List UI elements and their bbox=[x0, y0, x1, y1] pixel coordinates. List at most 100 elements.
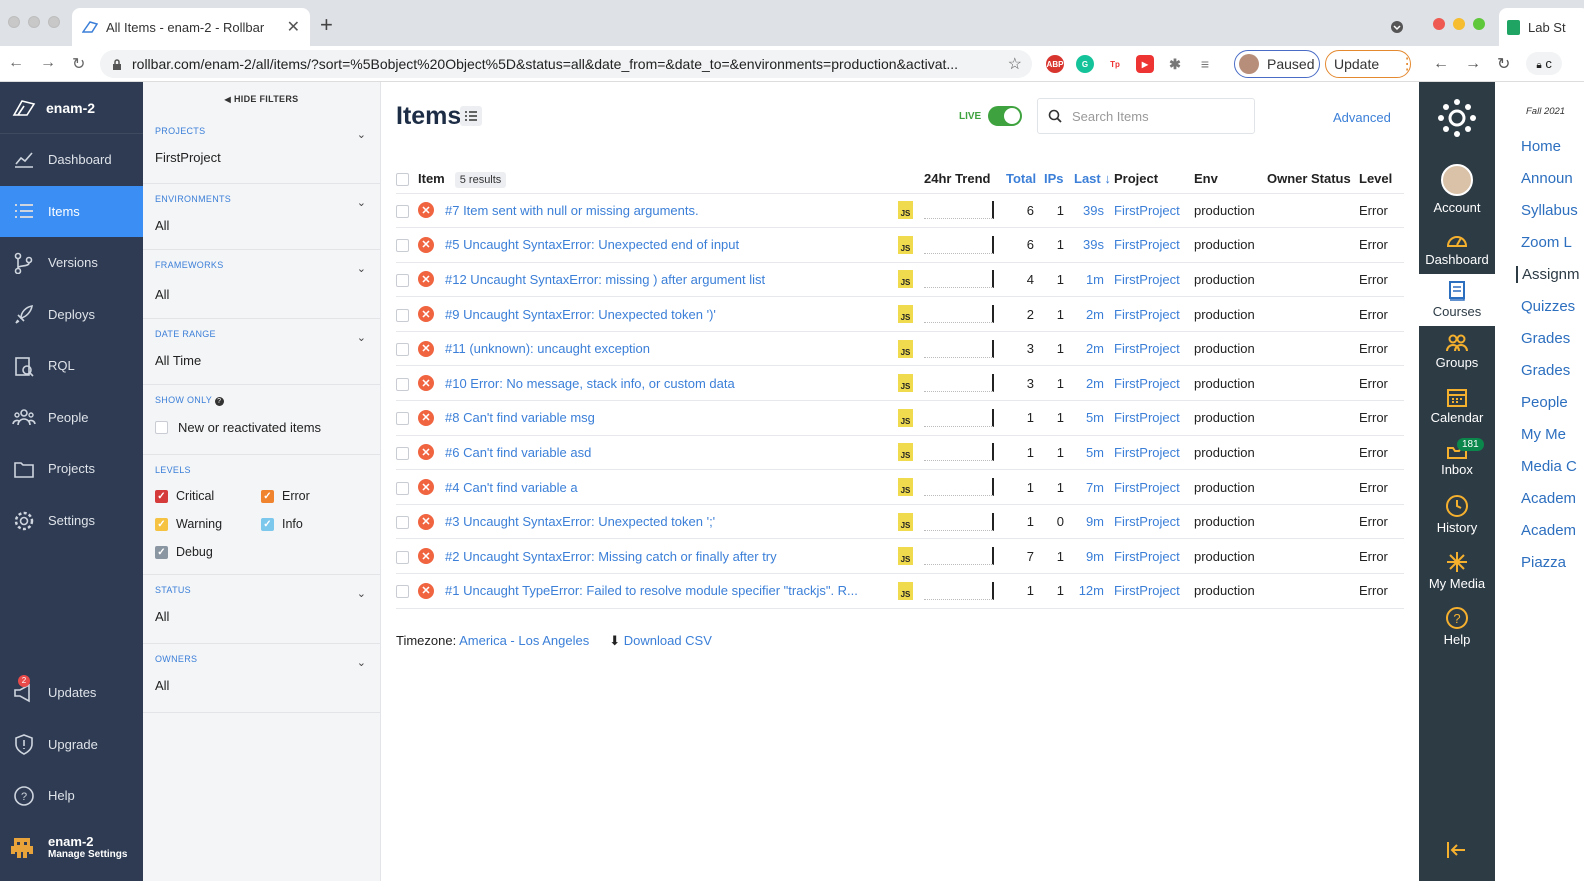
status-cell[interactable] bbox=[1311, 262, 1359, 298]
canvas-nav-inbox[interactable]: 181 Inbox bbox=[1419, 438, 1495, 477]
profile-paused-button[interactable]: Paused bbox=[1234, 50, 1320, 78]
course-nav-link[interactable]: Academ bbox=[1521, 522, 1576, 539]
course-nav-link[interactable]: Quizzes bbox=[1521, 298, 1575, 315]
last-seen[interactable]: 9m bbox=[1074, 504, 1114, 540]
bookmark-star-icon[interactable]: ☆ bbox=[1008, 54, 1022, 74]
level-checkbox[interactable]: ✓ bbox=[155, 517, 168, 531]
sidebar-item-upgrade[interactable]: Upgrade bbox=[0, 719, 143, 771]
hide-filters-button[interactable]: ◀ HIDE FILTERS bbox=[143, 82, 380, 116]
account-menu[interactable]: enam-2 Manage Settings bbox=[0, 827, 143, 867]
date-range-filter[interactable]: DATE RANGE ⌄ All Time bbox=[143, 319, 380, 385]
row-checkbox[interactable] bbox=[396, 239, 409, 253]
owner-cell[interactable] bbox=[1267, 296, 1311, 332]
level-checkbox[interactable]: ✓ bbox=[155, 545, 168, 559]
course-nav-link[interactable]: Syllabus bbox=[1521, 202, 1578, 219]
adblock-icon[interactable]: ABP bbox=[1046, 55, 1064, 73]
last-seen[interactable]: 1m bbox=[1074, 262, 1114, 298]
grammarly-icon[interactable]: G bbox=[1076, 55, 1094, 73]
table-row[interactable]: ✕ #10 Error: No message, stack info, or c… bbox=[396, 365, 1404, 402]
owner-cell[interactable] bbox=[1267, 538, 1311, 575]
project-link[interactable]: FirstProject bbox=[1114, 400, 1194, 436]
chevron-down-icon[interactable]: ⌄ bbox=[357, 128, 366, 141]
frameworks-filter[interactable]: FRAMEWORKS ⌄ All bbox=[143, 250, 380, 319]
sidebar-item-updates[interactable]: 2 Updates bbox=[0, 667, 143, 719]
new-reactivated-checkbox[interactable] bbox=[155, 421, 168, 434]
collapse-nav-button[interactable] bbox=[1419, 840, 1495, 862]
item-title-link[interactable]: #7 Item sent with null or missing argume… bbox=[445, 203, 699, 218]
table-row[interactable]: ✕ #11 (unknown): uncaught exception JS 3 1 2m… bbox=[396, 331, 1404, 367]
project-link[interactable]: FirstProject bbox=[1114, 504, 1194, 540]
last-seen[interactable]: 39s bbox=[1074, 193, 1114, 229]
select-all-checkbox[interactable] bbox=[396, 173, 409, 187]
course-nav-link[interactable]: Home bbox=[1521, 138, 1561, 155]
owner-cell[interactable] bbox=[1267, 365, 1311, 402]
sidebar-item-deploys[interactable]: Deploys bbox=[0, 289, 143, 341]
item-title-link[interactable]: #1 Uncaught TypeError: Failed to resolve… bbox=[445, 583, 858, 598]
canvas-nav-courses[interactable]: Courses bbox=[1419, 274, 1495, 326]
table-row[interactable]: ✕ #8 Can't find variable msg JS 1 1 5m FirstPr… bbox=[396, 400, 1404, 436]
tp-extension-icon[interactable]: Tp bbox=[1106, 55, 1124, 73]
window-controls[interactable] bbox=[1433, 18, 1485, 30]
table-row[interactable]: ✕ #9 Uncaught SyntaxError: Unexpected tok… bbox=[396, 296, 1404, 332]
level-info[interactable]: ✓ Info bbox=[261, 517, 361, 531]
column-total[interactable]: Total bbox=[1006, 165, 1044, 194]
table-row[interactable]: ✕ #12 Uncaught SyntaxError: missing ) aft… bbox=[396, 262, 1404, 298]
new-tab-button[interactable]: + bbox=[320, 14, 333, 36]
course-nav-link[interactable]: People bbox=[1521, 394, 1568, 411]
last-seen[interactable]: 5m bbox=[1074, 400, 1114, 436]
new-reactivated-option[interactable]: New or reactivated items bbox=[155, 420, 368, 435]
owners-filter[interactable]: OWNERS ⌄ All bbox=[143, 644, 380, 713]
owner-cell[interactable] bbox=[1267, 435, 1311, 471]
canvas-nav-account[interactable]: Account bbox=[1419, 164, 1495, 215]
owner-cell[interactable] bbox=[1267, 504, 1311, 540]
course-nav-link[interactable]: Assignm bbox=[1516, 266, 1580, 283]
chevron-down-icon[interactable]: ⌄ bbox=[357, 331, 366, 344]
chevron-down-icon[interactable]: ⌄ bbox=[357, 587, 366, 600]
status-cell[interactable] bbox=[1311, 296, 1359, 332]
sidebar-item-projects[interactable]: Projects bbox=[0, 443, 143, 495]
owner-cell[interactable] bbox=[1267, 331, 1311, 367]
status-cell[interactable] bbox=[1311, 435, 1359, 471]
item-title-link[interactable]: #2 Uncaught SyntaxError: Missing catch o… bbox=[445, 549, 777, 564]
canvas-nav-mymedia[interactable]: My Media bbox=[1419, 550, 1495, 591]
last-seen[interactable]: 9m bbox=[1074, 538, 1114, 575]
environments-filter[interactable]: ENVIRONMENTS ⌄ All bbox=[143, 184, 380, 250]
browser-tab-active[interactable]: All Items - enam-2 - Rollbar ✕ bbox=[72, 8, 310, 46]
close-tab-icon[interactable]: ✕ bbox=[287, 17, 300, 37]
item-title-link[interactable]: #4 Can't find variable a bbox=[445, 480, 578, 495]
column-last[interactable]: Last ↓ bbox=[1074, 165, 1114, 194]
status-cell[interactable] bbox=[1311, 365, 1359, 402]
last-seen[interactable]: 5m bbox=[1074, 435, 1114, 471]
forward-icon[interactable]: → bbox=[40, 54, 56, 74]
course-nav-link[interactable]: Academ bbox=[1521, 490, 1576, 507]
row-checkbox[interactable] bbox=[396, 481, 409, 495]
address-bar[interactable]: rollbar.com/enam-2/all/items/?sort=%5Bob… bbox=[100, 50, 1032, 78]
owner-cell[interactable] bbox=[1267, 262, 1311, 298]
youtube-extension-icon[interactable]: ▶ bbox=[1136, 55, 1154, 73]
window-controls[interactable] bbox=[8, 16, 60, 28]
sidebar-item-settings[interactable]: Settings bbox=[0, 495, 143, 547]
canvas-logo[interactable] bbox=[1419, 98, 1495, 140]
table-row[interactable]: ✕ #2 Uncaught SyntaxError: Missing catch … bbox=[396, 538, 1404, 575]
project-link[interactable]: FirstProject bbox=[1114, 538, 1194, 575]
row-checkbox[interactable] bbox=[396, 204, 409, 218]
row-checkbox[interactable] bbox=[396, 412, 409, 426]
item-title-link[interactable]: #6 Can't find variable asd bbox=[445, 445, 591, 460]
status-cell[interactable] bbox=[1311, 331, 1359, 367]
chevron-down-icon[interactable]: ⌄ bbox=[357, 196, 366, 209]
item-title-link[interactable]: #5 Uncaught SyntaxError: Unexpected end … bbox=[445, 237, 739, 252]
item-title-link[interactable]: #9 Uncaught SyntaxError: Unexpected toke… bbox=[445, 307, 716, 322]
canvas-address-bar[interactable]: 🔒︎ c bbox=[1526, 52, 1562, 75]
status-cell[interactable] bbox=[1311, 193, 1359, 229]
row-checkbox[interactable] bbox=[396, 377, 409, 391]
last-seen[interactable]: 2m bbox=[1074, 296, 1114, 332]
reading-list-icon[interactable]: ≡ bbox=[1196, 55, 1214, 73]
column-ips[interactable]: IPs bbox=[1044, 165, 1074, 194]
level-error[interactable]: ✓ Error bbox=[261, 489, 361, 503]
row-checkbox[interactable] bbox=[396, 308, 409, 322]
projects-filter[interactable]: PROJECTS ⌄ FirstProject bbox=[143, 116, 380, 184]
table-row[interactable]: ✕ #1 Uncaught TypeError: Failed to resolv… bbox=[396, 573, 1404, 609]
list-view-icon[interactable] bbox=[460, 106, 482, 126]
puzzle-extensions-icon[interactable]: ✱ bbox=[1166, 55, 1184, 73]
last-seen[interactable]: 2m bbox=[1074, 331, 1114, 367]
